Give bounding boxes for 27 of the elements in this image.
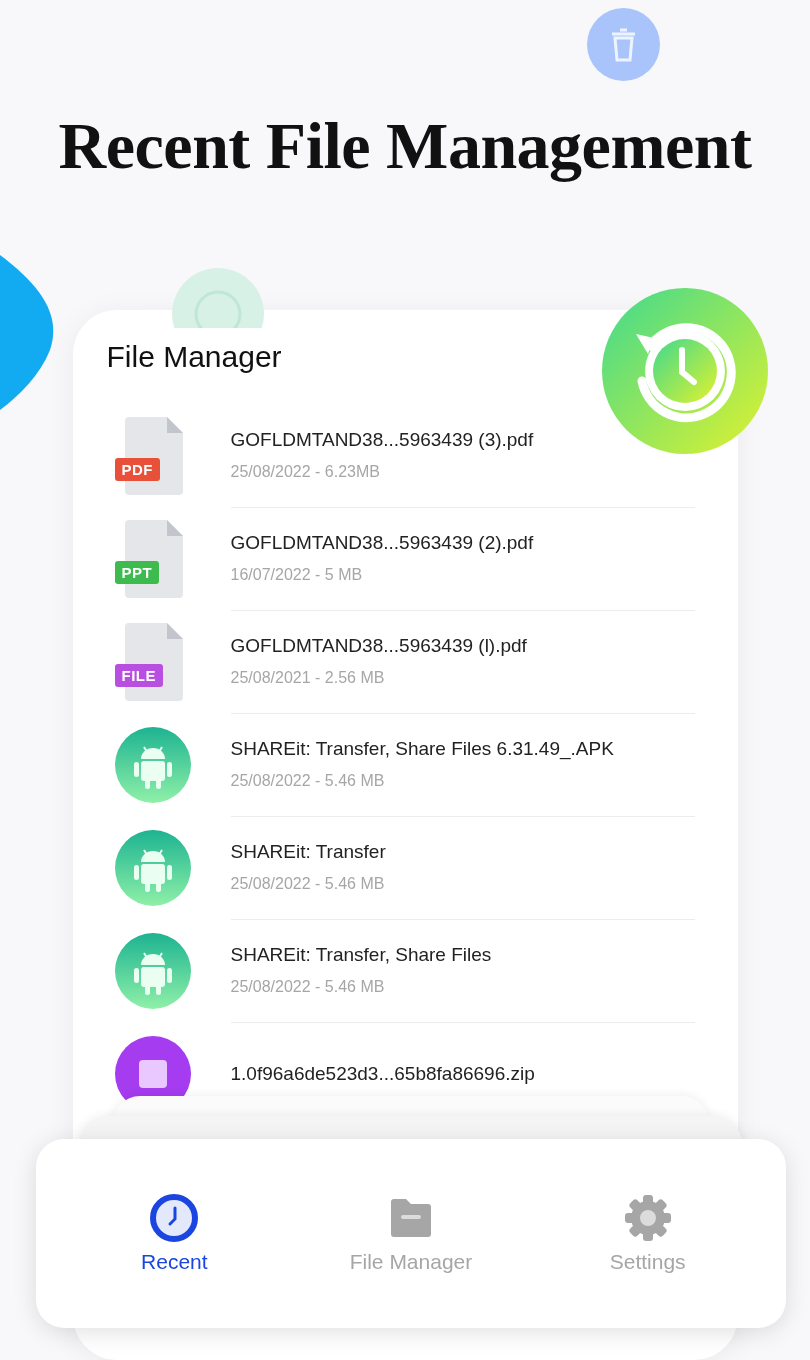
nav-tab[interactable]: File Manager [292,1189,530,1278]
settings-icon [623,1193,672,1242]
android-icon [114,932,191,1009]
file-name: GOFLDMTAND38...5963439 (2).pdf [230,532,535,554]
file-date-size: 25/08/2022 - 6.23MB [230,463,381,481]
screen-title: File Manager [106,340,283,374]
file-name: GOFLDMTAND38...5963439 (3).pdf [230,429,535,451]
file-date-size: 25/08/2022 - 5.46 MB [230,978,386,996]
file-name: SHAREit: Transfer [230,841,387,863]
file-date-size: 16/07/2022 - 5 MB [230,566,364,584]
nav-tab[interactable]: Settings [529,1189,766,1278]
file-type-label: FILE [114,663,163,687]
clock-icon [150,1193,199,1242]
nav-tab[interactable]: Recent [56,1189,293,1278]
file-type-label: PDF [114,457,160,481]
page-headline: Recent File Management [58,108,752,184]
file-date-size: 25/08/2022 - 5.46 MB [230,772,386,790]
file-date-size: 25/08/2022 - 5.46 MB [230,875,386,893]
file-date-size: 25/08/2021 - 2.56 MB [230,669,386,687]
file-name: SHAREit: Transfer, Share Files [230,944,493,966]
trash-bubble-icon [587,8,660,81]
android-icon [114,829,191,906]
file-name: SHAREit: Transfer, Share Files 6.31.49_.APK [230,738,615,760]
file-name: GOFLDMTAND38...5963439 (l).pdf [230,635,528,657]
file-name: 1.0f96a6de523d3...65b8fa86696.zip [230,1062,536,1085]
file-type-label: PPT [114,560,160,584]
android-icon [114,726,191,803]
